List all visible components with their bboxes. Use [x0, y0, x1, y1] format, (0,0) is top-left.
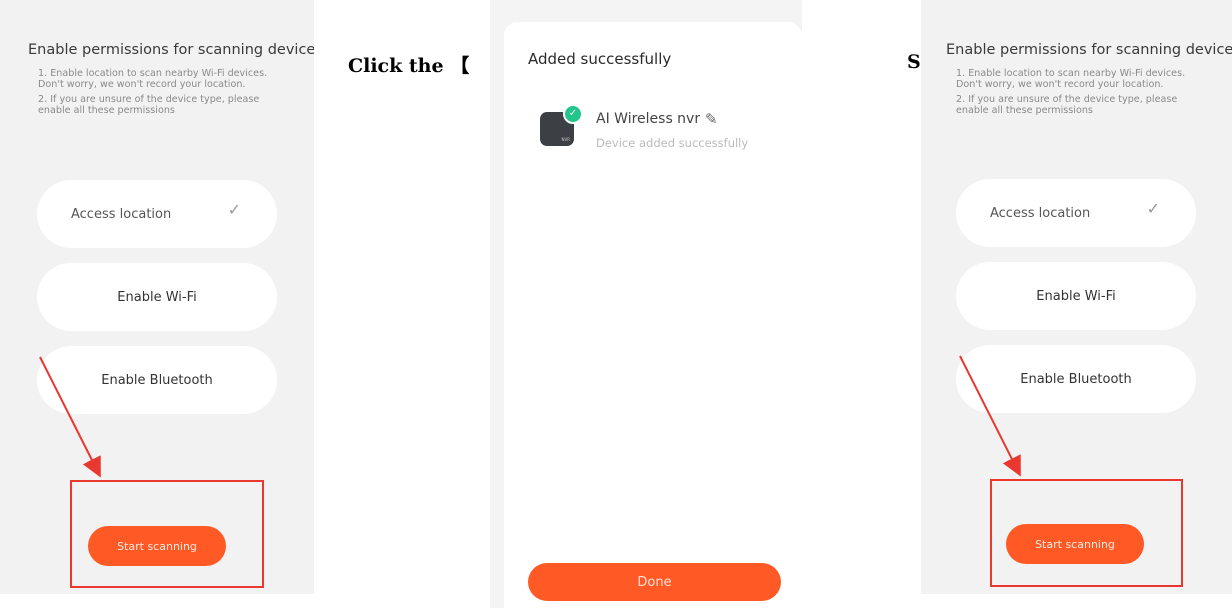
annotation-arrows — [39, 355, 1021, 478]
arrow-icon — [39, 356, 101, 478]
arrow-icon — [959, 355, 1021, 477]
